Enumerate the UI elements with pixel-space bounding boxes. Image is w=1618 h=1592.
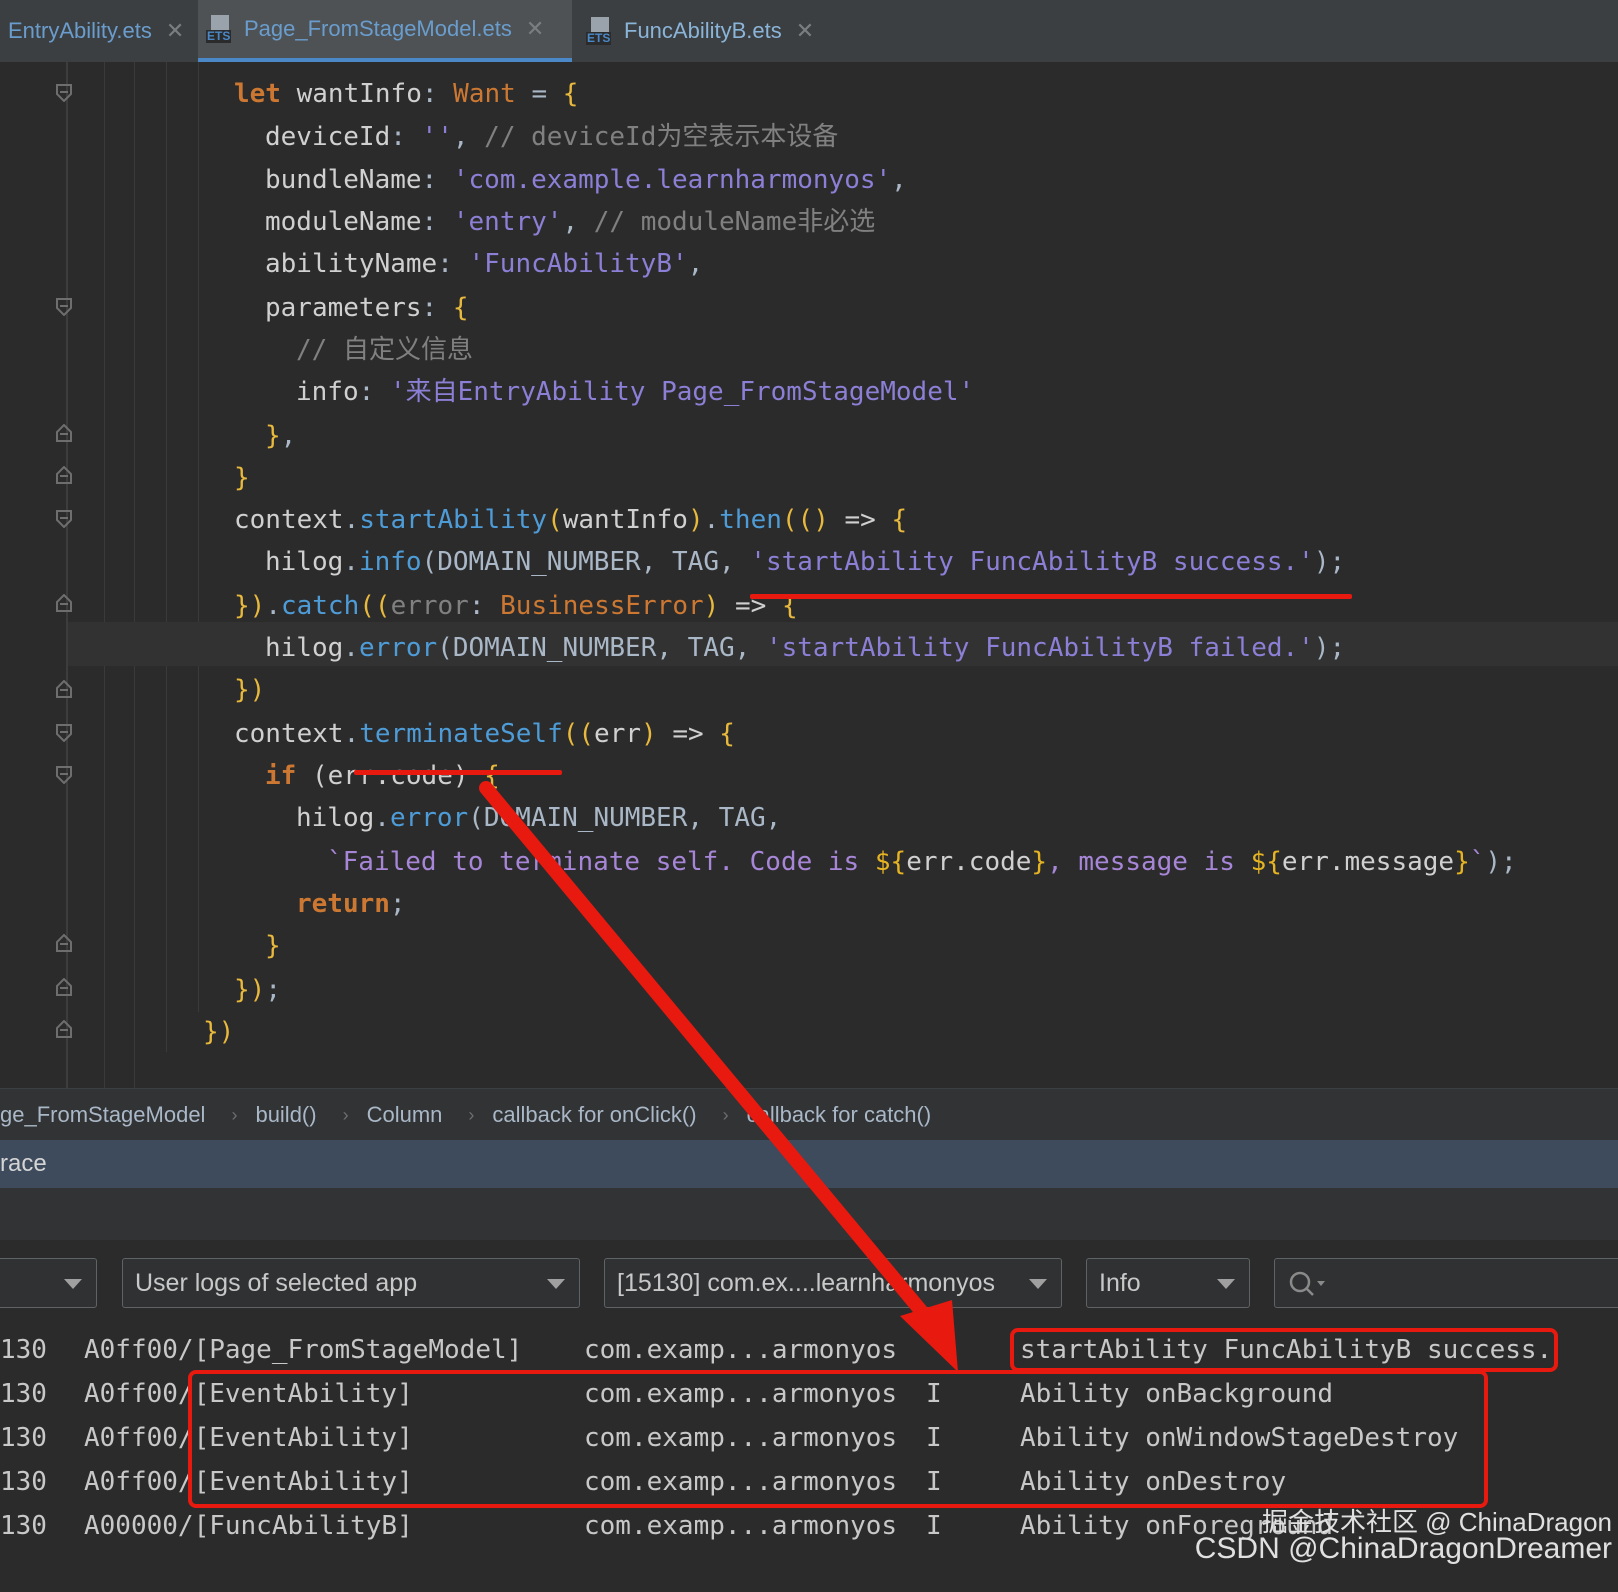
search-icon (1289, 1271, 1325, 1296)
log-search-input[interactable] (1274, 1258, 1618, 1308)
chevron-down-icon (64, 1279, 82, 1289)
editor-tab-bar: EntryAbility.ets ✕ ETS Page_FromStageMod… (0, 0, 1618, 63)
fold-marker-icon[interactable] (56, 510, 72, 528)
close-icon[interactable]: ✕ (796, 18, 814, 44)
breadcrumb: ge_FromStageModel › build() › Column › c… (0, 1088, 1618, 1141)
chevron-down-icon (547, 1279, 565, 1289)
fold-end-icon[interactable] (56, 466, 72, 484)
fold-end-icon[interactable] (56, 978, 72, 996)
fold-end-icon[interactable] (56, 424, 72, 442)
dropdown-value: [15130] com.ex....learnharmonyos (617, 1269, 995, 1297)
code-editor[interactable]: let wantInfo: Want = { deviceId: '', // … (0, 62, 1618, 1088)
code-line: abilityName: 'FuncAbilityB', (265, 249, 704, 279)
chevron-right-icon: › (722, 1104, 729, 1125)
tab-page-fromstagemodel[interactable]: ETS Page_FromStageModel.ets ✕ (198, 0, 572, 62)
chevron-right-icon: › (468, 1104, 475, 1125)
ets-file-icon: ETS (206, 15, 234, 43)
code-line: // 自定义信息 (296, 335, 473, 365)
code-line: if (err.code) { (265, 761, 500, 791)
code-line: } (265, 931, 281, 961)
dropdown-value: Info (1099, 1269, 1141, 1297)
log-toolbar: User logs of selected app [15130] com.ex… (0, 1250, 1618, 1308)
code-line: parameters: { (265, 293, 469, 323)
fold-marker-icon[interactable] (56, 84, 72, 102)
breadcrumb-item[interactable]: build() (255, 1102, 316, 1128)
code-line: context.startAbility(wantInfo).then(() =… (234, 505, 908, 535)
panel-title[interactable]: race (0, 1140, 1618, 1188)
watermark: CSDN @ChinaDragonDreamer (1194, 1532, 1612, 1565)
process-dropdown[interactable]: [15130] com.ex....learnharmonyos (604, 1258, 1062, 1308)
annotation-underline (354, 770, 562, 775)
indent-guide (104, 62, 105, 1088)
fold-marker-icon[interactable] (56, 766, 72, 784)
tab-label: EntryAbility.ets (8, 18, 152, 43)
fold-marker-icon[interactable] (56, 724, 72, 742)
code-line: } (234, 463, 250, 493)
chevron-down-icon (1217, 1279, 1235, 1289)
fold-end-icon[interactable] (56, 934, 72, 952)
code-line: }) (203, 1017, 235, 1047)
annotation-underline (750, 594, 1352, 599)
tab-label: Page_FromStageModel.ets (244, 16, 512, 41)
code-line: hilog.info(DOMAIN_NUMBER, TAG, 'startAbi… (265, 547, 1346, 577)
close-icon[interactable]: ✕ (526, 16, 544, 42)
indent-guide (134, 62, 135, 1088)
breadcrumb-item[interactable]: callback for catch() (747, 1102, 932, 1128)
code-line: `Failed to terminate self. Code is ${err… (327, 847, 1517, 877)
breadcrumb-item[interactable]: callback for onClick() (492, 1102, 696, 1128)
tab-label: FuncAbilityB.ets (624, 18, 782, 43)
close-icon[interactable]: ✕ (166, 18, 184, 44)
annotation-box (188, 1370, 1488, 1508)
indent-guide (166, 62, 167, 1052)
code-line: return; (296, 889, 406, 919)
breadcrumb-item[interactable]: Column (367, 1102, 443, 1128)
code-line: hilog.error(DOMAIN_NUMBER, TAG, (296, 803, 782, 833)
fold-end-icon[interactable] (56, 1020, 72, 1038)
chevron-down-icon (1029, 1279, 1047, 1289)
tab-entryability[interactable]: EntryAbility.ets ✕ (0, 0, 192, 62)
dropdown-value: User logs of selected app (135, 1269, 418, 1297)
code-line: bundleName: 'com.example.learnharmonyos'… (265, 165, 907, 195)
annotation-box (1010, 1328, 1558, 1372)
ets-file-icon: ETS (586, 17, 614, 45)
fold-marker-icon[interactable] (56, 298, 72, 316)
panel-tab-strip (0, 1188, 1618, 1241)
tab-funcabilityb[interactable]: ETS FuncAbilityB.ets ✕ (578, 0, 838, 62)
device-dropdown[interactable] (0, 1258, 97, 1308)
code-line: }); (234, 975, 281, 1005)
code-line: moduleName: 'entry', // moduleName非必选 (265, 207, 876, 237)
code-line: deviceId: '', // deviceId为空表示本设备 (265, 122, 839, 152)
code-line: let wantInfo: Want = { (234, 79, 579, 109)
fold-end-icon[interactable] (56, 594, 72, 612)
code-line: context.terminateSelf((err) => { (234, 719, 735, 749)
fold-end-icon[interactable] (56, 680, 72, 698)
chevron-right-icon: › (231, 1104, 238, 1125)
code-line: hilog.error(DOMAIN_NUMBER, TAG, 'startAb… (265, 633, 1346, 663)
code-line: }, (265, 421, 297, 451)
indent-guide (198, 62, 199, 1012)
code-line: info: '来自EntryAbility Page_FromStageMode… (296, 377, 975, 407)
breadcrumb-item[interactable]: ge_FromStageModel (0, 1102, 205, 1128)
log-level-dropdown[interactable]: Info (1086, 1258, 1250, 1308)
code-line: }).catch((error: BusinessError) => { (234, 591, 798, 621)
log-filter-dropdown[interactable]: User logs of selected app (122, 1258, 580, 1308)
code-line: }) (234, 675, 266, 705)
chevron-right-icon: › (342, 1104, 349, 1125)
